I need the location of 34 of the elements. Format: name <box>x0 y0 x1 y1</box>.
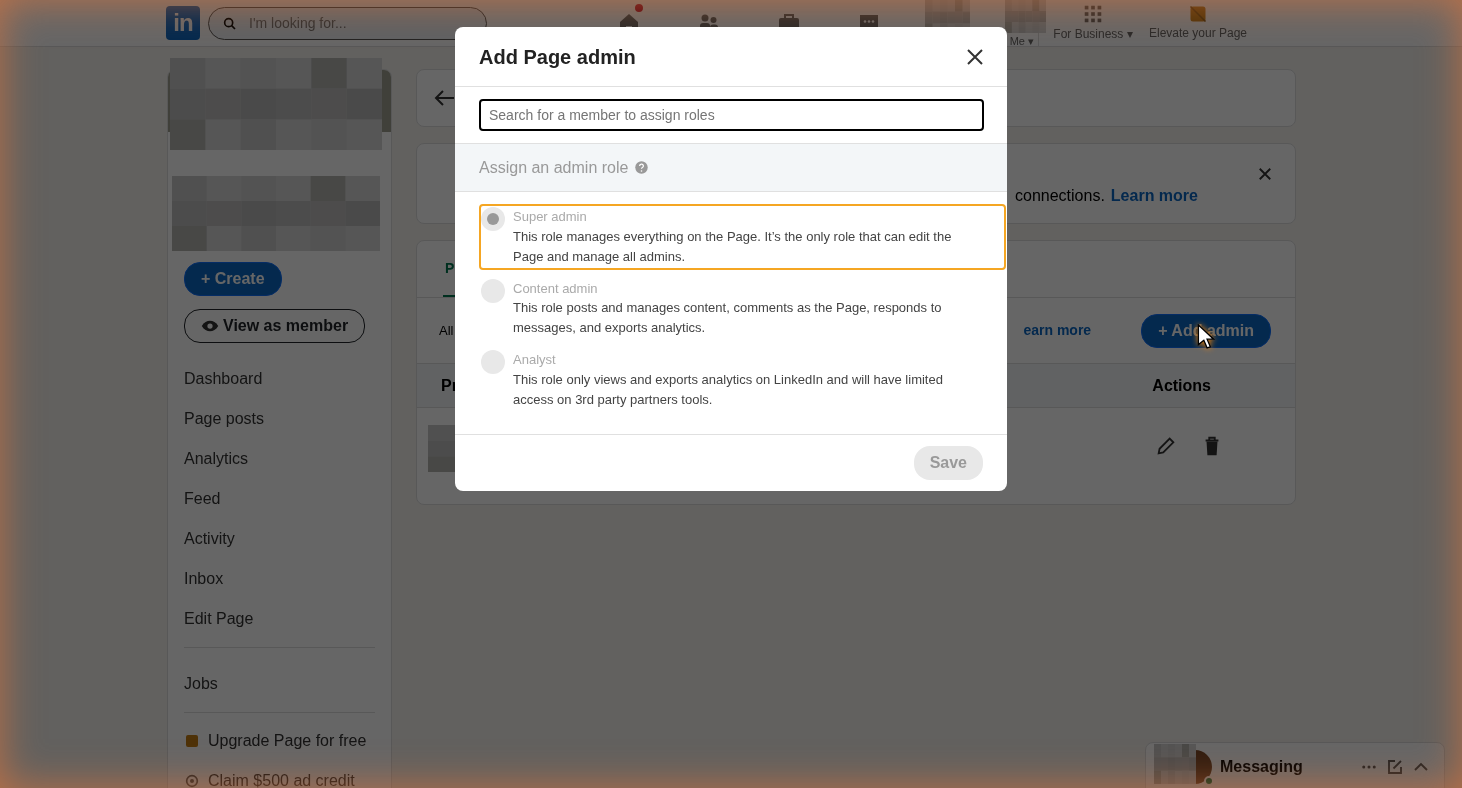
sidebar-item[interactable]: Claim $500 ad credit <box>168 761 391 788</box>
learn-more-link[interactable]: Learn more <box>1110 183 1198 208</box>
role-description: This role manages everything on the Page. It’s the only role that can edit the Page and manage all admins. <box>513 227 953 266</box>
filter-label: All <box>439 321 454 340</box>
sidebar-item[interactable]: Jobs <box>168 664 391 704</box>
view-as-member-button[interactable]: View as member <box>184 309 366 343</box>
learn-more-link[interactable]: earn more <box>1023 320 1092 341</box>
role-option[interactable]: Super admin This role manages everything on the Page. It’s the only role that can edit the Page and manage all admins. <box>479 204 1006 270</box>
create-button[interactable]: + Create <box>184 262 282 296</box>
notice-text: connections. <box>1015 185 1105 206</box>
messaging-label: Messaging <box>1220 757 1303 777</box>
sidebar-item[interactable]: Upgrade Page for free <box>168 721 391 761</box>
role-option[interactable]: Analyst This role only views and exports analytics on LinkedIn and will have limited access on 3rd party partners tools. <box>479 347 1006 413</box>
role-description: This role only views and exports analytics on LinkedIn and will have limited access on 3rd party partners tools. <box>513 370 944 409</box>
me-menu[interactable]: Me ▾ <box>1009 34 1034 47</box>
search-field[interactable]: Search for a member to assign roles <box>479 99 984 131</box>
sidebar-item[interactable]: Analytics <box>168 439 391 479</box>
sidebar-item[interactable]: Edit Page <box>168 599 391 639</box>
sidebar-item[interactable]: Feed <box>168 479 391 519</box>
logo[interactable]: in <box>166 6 200 40</box>
elevate-link[interactable]: Elevate your Page <box>1148 24 1248 42</box>
sidebar-item[interactable]: Dashboard <box>168 359 391 399</box>
role-name: Super admin <box>513 208 588 226</box>
role-description: This role posts and manages content, comments as the Page, responds to messages, and exports analytics. <box>513 299 943 337</box>
role-name: Content admin <box>513 279 599 298</box>
role-name: Analyst <box>513 351 557 369</box>
sidebar-item[interactable]: Activity <box>168 519 391 559</box>
section-label: Assign an admin role <box>479 157 629 178</box>
sidebar-item[interactable]: Page posts <box>168 399 391 439</box>
dialog-title: Add Page admin <box>479 44 636 69</box>
for-business-menu[interactable]: For Business ▾ <box>1053 25 1133 43</box>
sidebar-item[interactable]: Inbox <box>168 559 391 599</box>
role-option[interactable]: Content admin This role posts and manages content, comments as the Page, responds to messages, and exports analytics. <box>479 275 1006 341</box>
column-header: Actions <box>1152 375 1211 396</box>
